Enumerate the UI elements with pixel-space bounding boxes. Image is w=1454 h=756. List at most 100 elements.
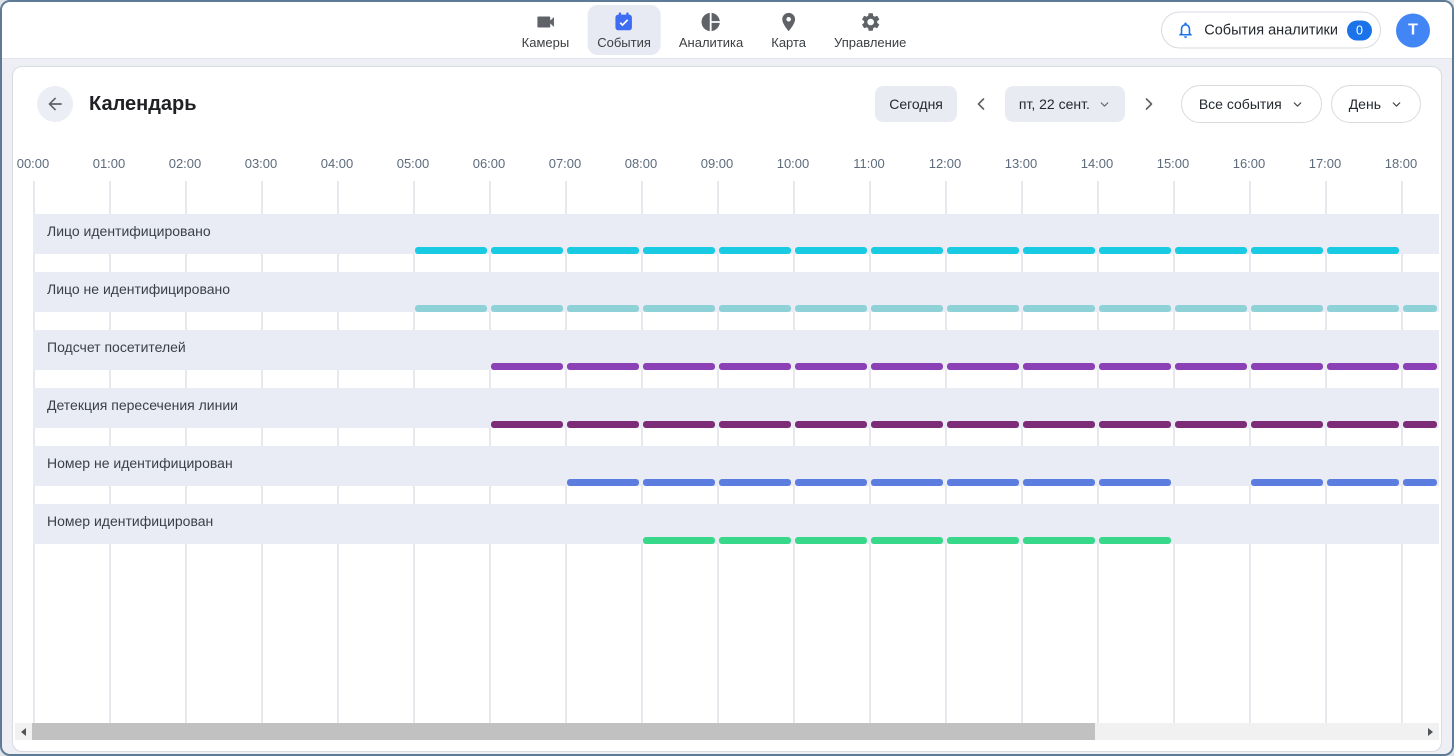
hour-label: 15:00: [1157, 156, 1190, 171]
event-bar-segment[interactable]: [491, 363, 563, 370]
event-bar-segment[interactable]: [719, 537, 791, 544]
event-bar-segment[interactable]: [567, 421, 639, 428]
header-controls: Сегодня пт, 22 сент.: [875, 85, 1421, 123]
event-bar-segment[interactable]: [795, 247, 867, 254]
nav-tab-map[interactable]: Карта: [761, 5, 816, 55]
event-bar-segment[interactable]: [871, 479, 943, 486]
event-bar-segment[interactable]: [1327, 421, 1399, 428]
event-bar-segment[interactable]: [491, 305, 563, 312]
event-bar-segment[interactable]: [947, 363, 1019, 370]
event-bar-segment[interactable]: [1175, 363, 1247, 370]
nav-tab-cameras[interactable]: Камеры: [512, 5, 580, 55]
event-bar-segment[interactable]: [1175, 305, 1247, 312]
event-bar-segment[interactable]: [1099, 421, 1171, 428]
event-bar-segment[interactable]: [719, 363, 791, 370]
event-bar-segment[interactable]: [567, 479, 639, 486]
nav-tab-label: Камеры: [522, 35, 570, 50]
event-bar-segment[interactable]: [1099, 537, 1171, 544]
event-bar-segment[interactable]: [871, 421, 943, 428]
event-bar-segment[interactable]: [947, 247, 1019, 254]
event-bar-segment[interactable]: [1099, 305, 1171, 312]
event-bar-segment[interactable]: [1175, 247, 1247, 254]
event-bar-segment[interactable]: [947, 479, 1019, 486]
event-bar-segment[interactable]: [1327, 479, 1399, 486]
event-bar-segment[interactable]: [1403, 421, 1437, 428]
nav-tab-management[interactable]: Управление: [824, 5, 916, 55]
event-bar-segment[interactable]: [1023, 479, 1095, 486]
app-window: Камеры СобытияАналитикаКартаУправление Со…: [0, 0, 1454, 756]
event-bar-segment[interactable]: [947, 421, 1019, 428]
event-bar-segment[interactable]: [1403, 305, 1437, 312]
event-bar-segment[interactable]: [643, 479, 715, 486]
event-bar-segment[interactable]: [1175, 421, 1247, 428]
event-bar-segment[interactable]: [871, 247, 943, 254]
event-bar-segment[interactable]: [643, 247, 715, 254]
event-bar-segment[interactable]: [795, 363, 867, 370]
event-bar-segment[interactable]: [491, 247, 563, 254]
event-bar-segment[interactable]: [1251, 421, 1323, 428]
scrollbar-left-arrow-icon[interactable]: [15, 723, 32, 740]
event-filter-select[interactable]: Все события: [1181, 85, 1322, 123]
event-bar-segment[interactable]: [871, 537, 943, 544]
prev-day-button[interactable]: [966, 86, 996, 122]
event-bar-segment[interactable]: [1327, 305, 1399, 312]
event-bar-segment[interactable]: [719, 247, 791, 254]
chevron-left-icon: [971, 94, 991, 114]
event-bar-segment[interactable]: [1251, 247, 1323, 254]
today-button[interactable]: Сегодня: [875, 86, 957, 122]
event-bar-segment[interactable]: [1023, 247, 1095, 254]
event-bar-segment[interactable]: [1023, 537, 1095, 544]
event-bar-segment[interactable]: [567, 363, 639, 370]
event-bar-segment[interactable]: [795, 305, 867, 312]
event-bar-segment[interactable]: [1251, 363, 1323, 370]
event-bar-segment[interactable]: [1251, 479, 1323, 486]
event-bar-segment[interactable]: [795, 479, 867, 486]
nav-tab-analytics[interactable]: Аналитика: [669, 5, 753, 55]
event-bar-segment[interactable]: [1403, 479, 1437, 486]
event-bar-segment[interactable]: [1251, 305, 1323, 312]
event-bar-segment[interactable]: [415, 247, 487, 254]
event-bar-segment[interactable]: [415, 305, 487, 312]
event-bar-segment[interactable]: [1403, 363, 1437, 370]
event-bar-segment[interactable]: [871, 363, 943, 370]
event-bar-segment[interactable]: [871, 305, 943, 312]
horizontal-scrollbar[interactable]: [15, 723, 1439, 740]
analytics-events-button[interactable]: События аналитики 0: [1161, 12, 1381, 49]
scrollbar-thumb[interactable]: [32, 723, 1095, 740]
avatar[interactable]: T: [1396, 13, 1430, 47]
event-bar-segment[interactable]: [643, 537, 715, 544]
event-bar-segment[interactable]: [1099, 479, 1171, 486]
event-bar-segment[interactable]: [1327, 247, 1399, 254]
event-bar-segment[interactable]: [719, 479, 791, 486]
grid-strip: [33, 370, 1439, 388]
next-day-button[interactable]: [1134, 86, 1164, 122]
event-bar-segment[interactable]: [719, 421, 791, 428]
date-select[interactable]: пт, 22 сент.: [1005, 86, 1125, 122]
timeline-row-label: Лицо не идентифицировано: [47, 281, 230, 297]
event-bar-segment[interactable]: [567, 247, 639, 254]
period-select[interactable]: День: [1331, 85, 1421, 123]
event-bar-segment[interactable]: [719, 305, 791, 312]
event-bar-segment[interactable]: [643, 305, 715, 312]
event-bar-segment[interactable]: [1099, 363, 1171, 370]
scrollbar-right-arrow-icon[interactable]: [1422, 723, 1439, 740]
back-button[interactable]: [37, 86, 73, 122]
event-bar-segment[interactable]: [643, 421, 715, 428]
event-bar-segment[interactable]: [947, 537, 1019, 544]
event-bar-segment[interactable]: [643, 363, 715, 370]
scrollbar-track[interactable]: [32, 723, 1422, 740]
event-bar-segment[interactable]: [1023, 421, 1095, 428]
hour-label: 02:00: [169, 156, 202, 171]
hour-label: 05:00: [397, 156, 430, 171]
event-bar-segment[interactable]: [947, 305, 1019, 312]
event-bar-segment[interactable]: [1099, 247, 1171, 254]
event-bar-segment[interactable]: [795, 421, 867, 428]
analytics-events-label: События аналитики: [1204, 22, 1338, 38]
event-bar-segment[interactable]: [567, 305, 639, 312]
event-bar-segment[interactable]: [1023, 305, 1095, 312]
nav-tab-events[interactable]: События: [587, 5, 661, 55]
event-bar-segment[interactable]: [1327, 363, 1399, 370]
event-bar-segment[interactable]: [795, 537, 867, 544]
event-bar-segment[interactable]: [1023, 363, 1095, 370]
event-bar-segment[interactable]: [491, 421, 563, 428]
